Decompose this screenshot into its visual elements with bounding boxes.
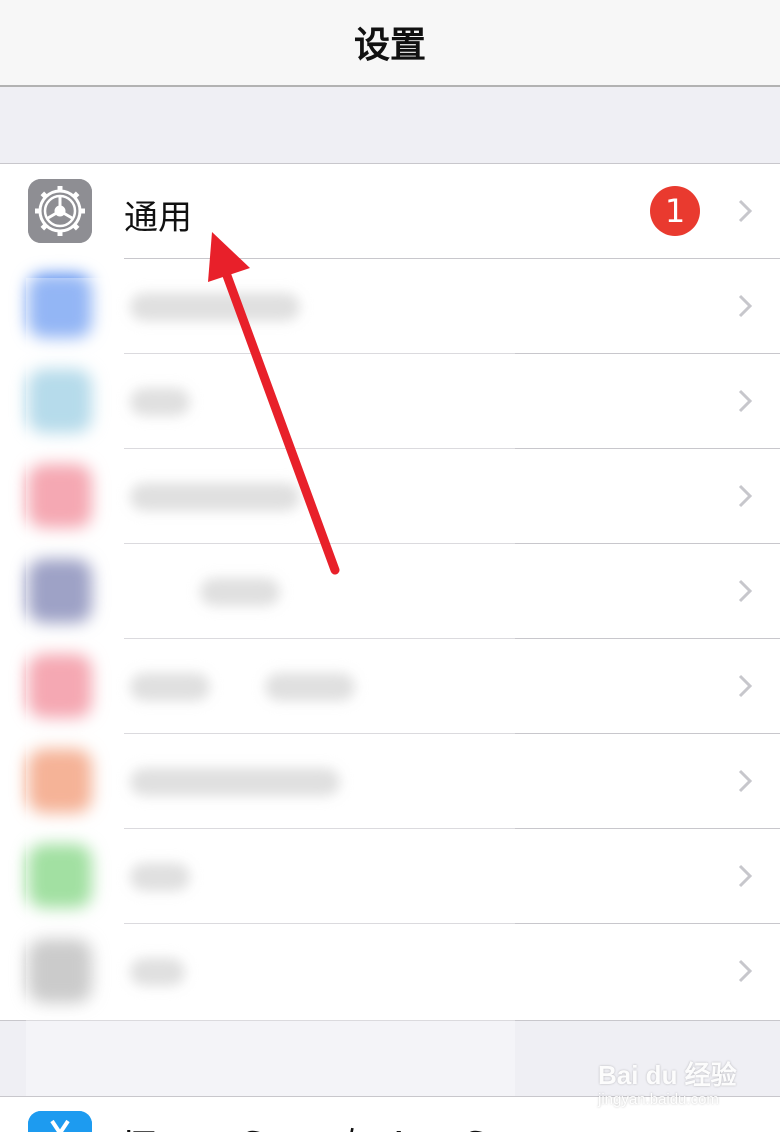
watermark-url: jingyan.baidu.com: [598, 1091, 719, 1108]
baidu-watermark: Bai du 经验 jingyan.baidu.com: [598, 1045, 758, 1115]
watermark-logo: Bai du 经验: [598, 1060, 737, 1090]
annotation-arrow: [208, 232, 340, 575]
